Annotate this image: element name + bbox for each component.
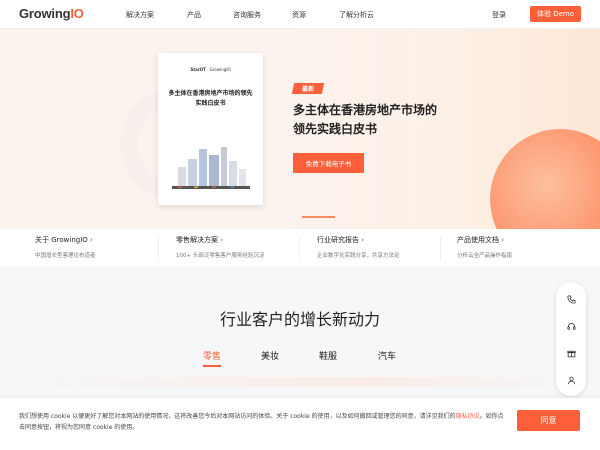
feature-title: 产品使用文档 › (457, 236, 505, 244)
cookie-consent-banner: 我们想使用 cookie 以便更好了解您对本网站的使用情况，这将改善您今后对本网… (0, 398, 600, 450)
tab-apparel[interactable]: 鞋服 (319, 349, 337, 362)
cookie-text-part: 我们想使用 cookie 以便更好了解您对本网站的使用情况，这将改善您今后对本网… (19, 413, 456, 420)
nav-products[interactable]: 产品 (187, 10, 201, 20)
new-badge: 最新 (291, 83, 325, 94)
logo-text-accent: IO (70, 6, 84, 21)
tab-auto[interactable]: 汽车 (378, 349, 396, 362)
tab-retail[interactable]: 零售 (203, 349, 221, 362)
phone-icon[interactable] (564, 292, 578, 306)
feature-desc: 中国增长型客理论布道者 (35, 253, 96, 259)
hero-title: 多主体在香港房地产市场的 领先实践白皮书 (293, 101, 493, 139)
logo-text: Growing (19, 6, 71, 21)
top-header: GrowingIO 解决方案 产品 咨询服务 资源 了解分析云 登录 体验 De… (0, 0, 600, 29)
feature-title: 零售解决方案 › (176, 236, 224, 244)
hero-title-line1: 多主体在香港房地产市场的 (293, 103, 438, 117)
cookie-text: 我们想使用 cookie 以便更好了解您对本网站的使用情况，这将改善您今后对本网… (19, 411, 509, 433)
hero-banner: StarOT · GrowingIO 多主体在香港房地产市场的领先实践白皮书 最… (0, 29, 600, 229)
city-skyline-illustration (172, 147, 250, 189)
feature-about[interactable]: 关于 GrowingIO › 中国增长型客理论布道者 (35, 235, 175, 263)
feature-desc: 企业数字化实践分享，共享方法论 (317, 253, 400, 259)
cover-logo-right: GrowingIO (209, 67, 231, 72)
new-badge-text: 最新 (301, 86, 314, 93)
feature-desc: 100+ 头部泛零售客户服务经验沉淀 (176, 253, 265, 259)
divider (440, 237, 441, 261)
headset-icon[interactable] (564, 319, 578, 333)
whitepaper-cover[interactable]: StarOT · GrowingIO 多主体在香港房地产市场的领先实践白皮书 (158, 53, 263, 205)
chevron-right-icon: › (501, 236, 505, 244)
feature-desc: 分析云全产品操作指南 (457, 253, 513, 259)
divider (299, 237, 300, 261)
nav-about-cloud[interactable]: 了解分析云 (339, 10, 374, 20)
chevron-right-icon: › (90, 236, 93, 244)
user-icon[interactable] (564, 373, 578, 387)
nav-resources[interactable]: 资源 (292, 10, 306, 20)
cover-logos: StarOT · GrowingIO (190, 67, 231, 72)
privacy-policy-link[interactable]: 隐私协议 (456, 413, 480, 420)
gift-icon[interactable] (564, 346, 578, 360)
nav-solutions[interactable]: 解决方案 (126, 10, 154, 20)
section-title: 行业客户的增长新动力 (219, 310, 380, 329)
login-link[interactable]: 登录 (492, 10, 506, 20)
growingio-logo[interactable]: GrowingIO (19, 6, 84, 21)
quick-links-row: 关于 GrowingIO › 中国增长型客理论布道者 零售解决方案 › 100+… (0, 229, 600, 267)
content-preview-strip (0, 377, 600, 387)
divider (158, 237, 159, 261)
demo-button[interactable]: 体验 Demo (530, 6, 581, 22)
cover-title: 多主体在香港房地产市场的领先实践白皮书 (168, 90, 253, 107)
feature-retail[interactable]: 零售解决方案 › 100+ 头部泛零售客户服务经验沉淀 (176, 235, 316, 263)
chevron-right-icon: › (361, 236, 365, 244)
feature-title: 关于 GrowingIO › (35, 236, 93, 244)
feature-title: 行业研究报告 › (317, 236, 365, 244)
feature-research[interactable]: 行业研究报告 › 企业数字化实践分享，共享方法论 (317, 235, 457, 263)
chevron-right-icon: › (220, 236, 224, 244)
floating-contact-bar (556, 282, 586, 396)
download-ebook-button[interactable]: 免费下载电子书 (293, 153, 364, 173)
hero-title-line2: 领先实践白皮书 (293, 122, 378, 136)
cover-logo-left: StarOT (190, 67, 206, 72)
agree-button[interactable]: 同意 (517, 410, 580, 431)
nav-consulting[interactable]: 咨询服务 (233, 10, 261, 20)
decorative-blob (490, 129, 600, 229)
tab-beauty[interactable]: 美妆 (261, 349, 279, 362)
feature-docs[interactable]: 产品使用文档 › 分析云全产品操作指南 (457, 235, 597, 263)
active-tab-underline (203, 365, 221, 367)
carousel-indicator[interactable] (302, 216, 335, 218)
